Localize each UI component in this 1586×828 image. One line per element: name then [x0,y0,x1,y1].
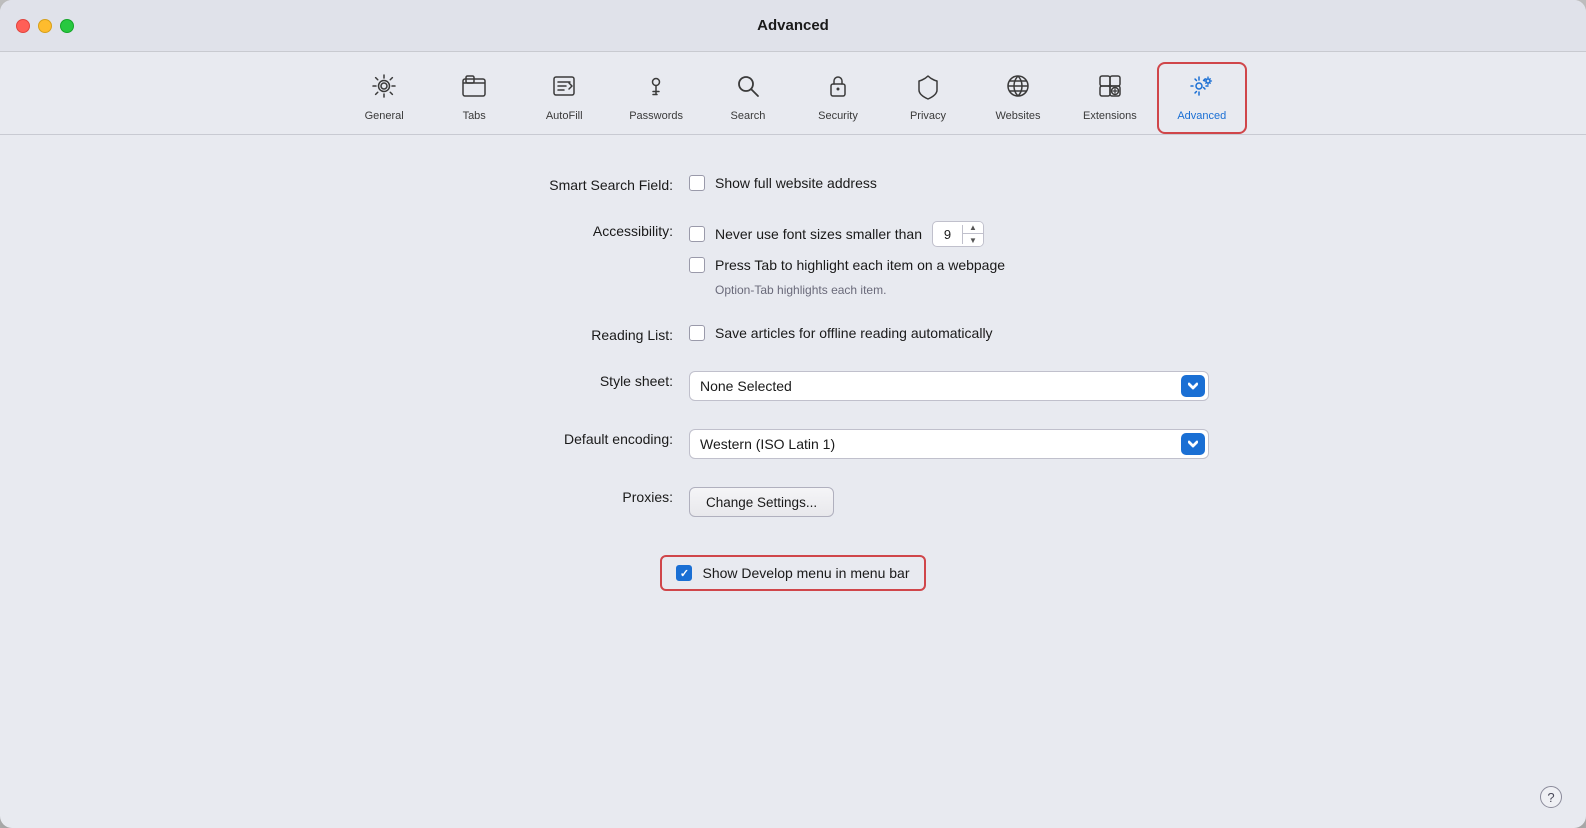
tab-advanced[interactable]: Advanced [1157,62,1247,134]
encoding-select[interactable]: Western (ISO Latin 1) [689,429,1209,459]
tab-privacy[interactable]: Privacy [883,62,973,134]
accessibility-label: Accessibility: [453,221,673,239]
tab-passwords-label: Passwords [629,110,683,122]
toolbar: General Tabs AutoFill [0,52,1586,135]
tab-websites[interactable]: Websites [973,62,1063,134]
show-full-address-label: Show full website address [715,175,877,191]
tab-passwords[interactable]: Passwords [609,62,703,134]
tab-tabs[interactable]: Tabs [429,62,519,134]
develop-menu-checkbox[interactable] [676,565,692,581]
help-button[interactable]: ? [1540,786,1562,808]
security-icon [824,72,852,104]
titlebar: Advanced [0,0,1586,52]
tab-security[interactable]: Security [793,62,883,134]
accessibility-controls: Never use font sizes smaller than 9 ▲ ▼ … [689,221,1133,297]
minimize-button[interactable] [38,19,52,33]
reading-list-row: Reading List: Save articles for offline … [453,325,1133,343]
smart-search-label: Smart Search Field: [453,175,673,193]
show-full-address-wrapper[interactable]: Show full website address [689,175,1133,191]
font-size-up[interactable]: ▲ [963,222,983,234]
font-size-value: 9 [933,225,963,244]
save-articles-checkbox[interactable] [689,325,705,341]
save-articles-wrapper[interactable]: Save articles for offline reading automa… [689,325,1133,341]
tab-tabs-label: Tabs [463,110,486,122]
settings-content: Smart Search Field: Show full website ad… [0,135,1586,828]
stylesheet-label: Style sheet: [453,371,673,389]
stylesheet-select-wrapper: None Selected [689,371,1209,401]
never-smaller-label: Never use font sizes smaller than [715,226,922,242]
never-smaller-checkbox[interactable] [689,226,705,242]
press-tab-checkbox[interactable] [689,257,705,273]
develop-menu-label: Show Develop menu in menu bar [702,565,909,581]
tab-autofill[interactable]: AutoFill [519,62,609,134]
reading-list-controls: Save articles for offline reading automa… [689,325,1133,341]
traffic-lights [16,19,74,33]
window-title: Advanced [757,17,829,34]
font-size-down[interactable]: ▼ [963,234,983,246]
smart-search-row: Smart Search Field: Show full website ad… [453,175,1133,193]
font-stepper-buttons: ▲ ▼ [963,222,983,246]
font-size-stepper[interactable]: 9 ▲ ▼ [932,221,984,247]
tab-privacy-label: Privacy [910,110,946,122]
accessibility-row: Accessibility: Never use font sizes smal… [453,221,1133,297]
save-articles-label: Save articles for offline reading automa… [715,325,993,341]
encoding-controls: Western (ISO Latin 1) [689,429,1209,459]
develop-menu-wrapper[interactable]: Show Develop menu in menu bar [660,555,925,591]
tab-search-label: Search [731,110,766,122]
tab-general[interactable]: General [339,62,429,134]
smart-search-controls: Show full website address [689,175,1133,191]
tab-general-label: General [365,110,404,122]
tab-advanced-label: Advanced [1177,110,1226,122]
general-icon [370,72,398,104]
tab-extensions[interactable]: Extensions [1063,62,1157,134]
autofill-icon [550,72,578,104]
font-size-row: Never use font sizes smaller than 9 ▲ ▼ [689,221,1133,247]
tab-security-label: Security [818,110,858,122]
stylesheet-row: Style sheet: None Selected [453,371,1133,401]
tab-autofill-label: AutoFill [546,110,583,122]
extensions-icon [1096,72,1124,104]
encoding-label: Default encoding: [453,429,673,447]
encoding-select-wrapper: Western (ISO Latin 1) [689,429,1209,459]
develop-menu-row: Show Develop menu in menu bar [453,555,1133,591]
option-tab-hint: Option-Tab highlights each item. [715,283,1133,297]
search-icon [734,72,762,104]
tabs-icon [460,72,488,104]
settings-grid: Smart Search Field: Show full website ad… [413,175,1173,591]
advanced-icon [1188,72,1216,104]
websites-icon [1004,72,1032,104]
show-full-address-checkbox[interactable] [689,175,705,191]
press-tab-label: Press Tab to highlight each item on a we… [715,257,1005,273]
change-settings-button[interactable]: Change Settings... [689,487,834,517]
stylesheet-controls: None Selected [689,371,1209,401]
proxies-control-row: Change Settings... [689,487,1133,517]
press-tab-row: Press Tab to highlight each item on a we… [689,257,1133,273]
window: Advanced General Tabs [0,0,1586,828]
close-button[interactable] [16,19,30,33]
proxies-row: Proxies: Change Settings... [453,487,1133,517]
tab-search[interactable]: Search [703,62,793,134]
encoding-row: Default encoding: Western (ISO Latin 1) [453,429,1133,459]
privacy-icon [914,72,942,104]
proxies-controls: Change Settings... [689,487,1133,517]
tab-extensions-label: Extensions [1083,110,1137,122]
tab-websites-label: Websites [995,110,1040,122]
reading-list-label: Reading List: [453,325,673,343]
passwords-icon [642,72,670,104]
maximize-button[interactable] [60,19,74,33]
stylesheet-select[interactable]: None Selected [689,371,1209,401]
proxies-label: Proxies: [453,487,673,505]
